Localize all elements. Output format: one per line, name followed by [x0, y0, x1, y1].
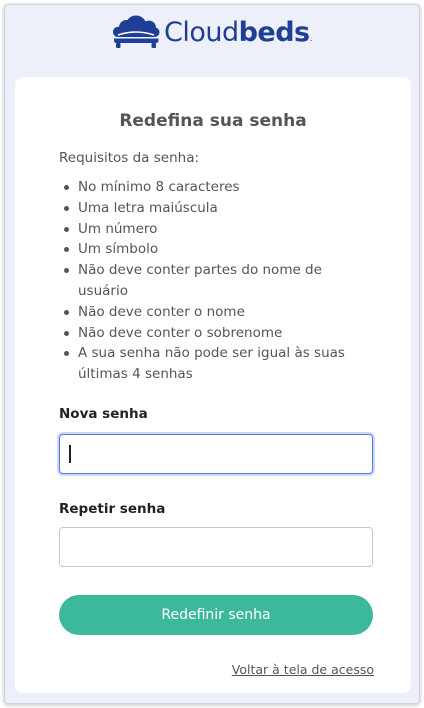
- requirement-item: A sua senha não pode ser igual às suas ú…: [59, 343, 369, 385]
- requirement-item: No mínimo 8 caracteres: [59, 177, 369, 198]
- header: Cloudbeds.: [5, 5, 419, 65]
- requirements-list: No mínimo 8 caracteres Uma letra maiúscu…: [59, 177, 369, 385]
- brand-name: Cloudbeds.: [163, 16, 313, 48]
- cloud-bed-icon: [112, 15, 160, 48]
- repeat-password-input[interactable]: [59, 527, 373, 567]
- new-password-input[interactable]: [59, 434, 373, 474]
- page-title: Redefina sua senha: [119, 111, 307, 131]
- brand-name-suffix: .: [309, 33, 313, 44]
- back-to-login-link[interactable]: Voltar à tela de acesso: [232, 662, 374, 677]
- requirement-item: Não deve conter partes do nome de usuári…: [59, 260, 369, 302]
- browser-window: Cloudbeds. Redefina sua senha Requisitos…: [4, 4, 420, 704]
- repeat-password-label: Repetir senha: [59, 501, 166, 517]
- requirement-item: Uma letra maiúscula: [59, 198, 369, 219]
- requirement-item: Não deve conter o nome: [59, 302, 369, 323]
- brand-name-bold: beds: [238, 16, 311, 48]
- requirements-title: Requisitos da senha:: [59, 150, 200, 166]
- requirement-item: Não deve conter o sobrenome: [59, 323, 369, 344]
- requirement-item: Um símbolo: [59, 239, 369, 260]
- text-cursor: [69, 445, 71, 463]
- new-password-label: Nova senha: [59, 406, 148, 422]
- requirement-item: Um número: [59, 219, 369, 240]
- reset-password-card: Redefina sua senha Requisitos da senha: …: [15, 77, 411, 693]
- reset-password-button[interactable]: Redefinir senha: [59, 595, 373, 635]
- cloudbeds-logo: Cloudbeds.: [112, 15, 313, 49]
- brand-name-light: Cloud: [163, 16, 239, 48]
